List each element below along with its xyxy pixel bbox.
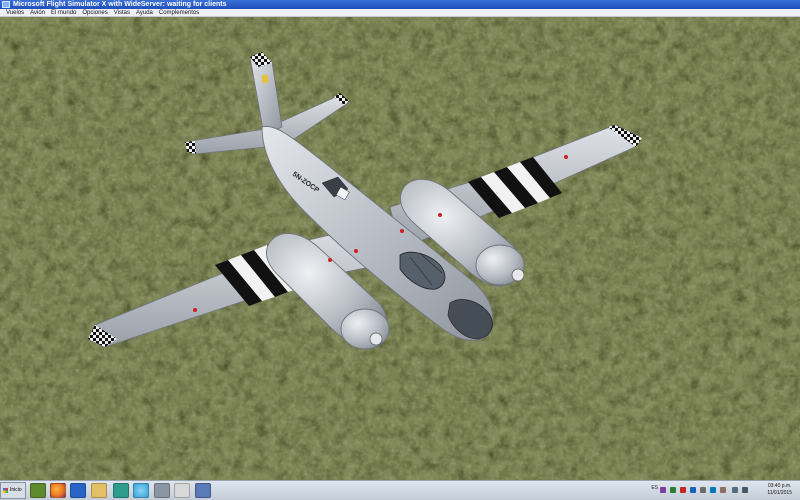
taskbar-globe-icon[interactable]: [133, 483, 149, 498]
tray-app-icon[interactable]: [690, 487, 696, 493]
menu-complementos[interactable]: Complementos: [157, 9, 203, 16]
wing-marker: [328, 258, 332, 262]
taskbar-firefox-icon[interactable]: [50, 483, 66, 498]
tray-volume-icon[interactable]: [742, 487, 748, 493]
simulator-viewport[interactable]: 5N-ZOCP: [0, 17, 800, 480]
menu-avion[interactable]: Avión: [28, 9, 49, 16]
tray-app-icon[interactable]: [700, 487, 706, 493]
title-bar[interactable]: Microsoft Flight Simulator X with WideSe…: [0, 0, 800, 9]
wing-marker: [400, 229, 404, 233]
menu-ayuda[interactable]: Ayuda: [134, 9, 157, 16]
taskbar-flight-sim-icon[interactable]: [70, 483, 86, 498]
right-propeller-spinner: [511, 268, 525, 282]
taskbar-opus-icon[interactable]: [174, 483, 190, 498]
taskbar-tool-icon[interactable]: [154, 483, 170, 498]
start-label: Inicio: [10, 487, 22, 493]
taskbar-app-generic-icon[interactable]: [30, 483, 46, 498]
menu-el-mundo[interactable]: El mundo: [49, 9, 80, 16]
tray-app-icon[interactable]: [660, 487, 666, 493]
menu-bar: Vuelos Avión El mundo Opciones Vistas Ay…: [0, 9, 800, 17]
menu-vuelos[interactable]: Vuelos: [4, 9, 28, 16]
windows-logo-icon: [3, 488, 8, 493]
app-window-icon: [2, 1, 10, 8]
clock-date: 11/01/2015: [767, 490, 792, 496]
taskbar-misc-icon[interactable]: [195, 483, 211, 498]
wing-marker: [193, 308, 197, 312]
menu-opciones[interactable]: Opciones: [80, 9, 111, 16]
taskbar: Inicio ES 03:40 p.m. 11/01/2015: [0, 480, 800, 500]
tray-app-icon[interactable]: [720, 487, 726, 493]
left-engine-cowl: [340, 308, 390, 350]
tray-clock[interactable]: 03:40 p.m. 11/01/2015: [767, 483, 792, 497]
scene-svg: 5N-ZOCP: [0, 17, 800, 480]
wing-marker: [564, 155, 568, 159]
tray-app-icon[interactable]: [710, 487, 716, 493]
menu-vistas[interactable]: Vistas: [112, 9, 134, 16]
clock-time: 03:40 p.m.: [767, 483, 792, 489]
wing-marker: [354, 249, 358, 253]
window-title: Microsoft Flight Simulator X with WideSe…: [13, 1, 227, 8]
wing-marker: [438, 213, 442, 217]
start-button[interactable]: Inicio: [0, 482, 26, 499]
taskbar-fsuipc-icon[interactable]: [113, 483, 129, 498]
tray-network-icon[interactable]: [732, 487, 738, 493]
tray-language[interactable]: ES: [651, 485, 658, 491]
left-propeller-spinner: [369, 332, 383, 346]
taskbar-folder-icon[interactable]: [91, 483, 107, 498]
tray-app-icon[interactable]: [670, 487, 676, 493]
tray-app-icon[interactable]: [680, 487, 686, 493]
